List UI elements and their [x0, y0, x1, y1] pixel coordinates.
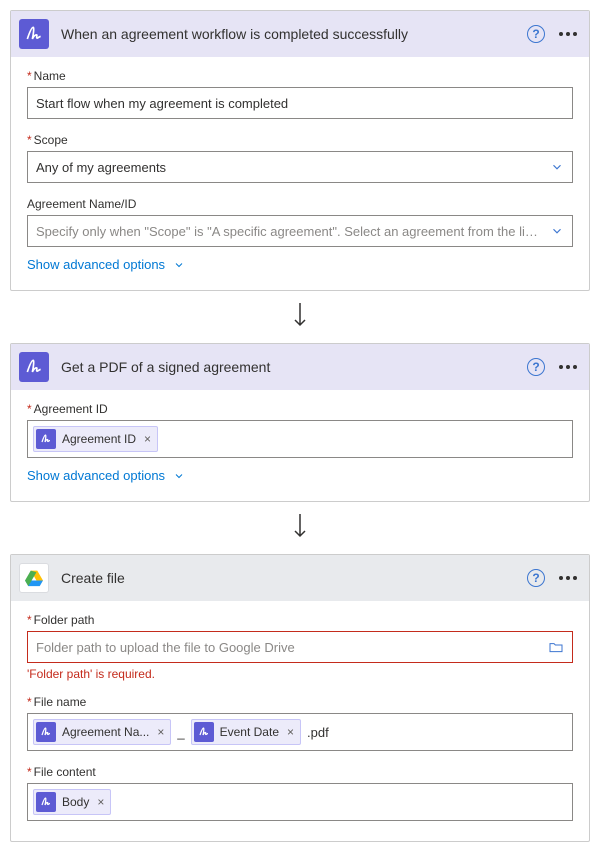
agreement-name-label: Agreement Name/ID [27, 197, 573, 211]
step3-header[interactable]: Create file ? [11, 555, 589, 601]
show-advanced-options[interactable]: Show advanced options [27, 464, 573, 485]
file-name-label: File name [27, 695, 573, 709]
token-remove[interactable]: × [97, 795, 104, 809]
token-remove[interactable]: × [144, 432, 151, 446]
connector-arrow [10, 291, 590, 343]
token-remove[interactable]: × [287, 725, 294, 739]
folder-picker-icon[interactable] [548, 639, 564, 655]
token-agreement-name[interactable]: Agreement Na... × [33, 719, 171, 745]
step1-title: When an agreement workflow is completed … [61, 26, 515, 42]
adobe-sign-icon [36, 722, 56, 742]
chevron-down-icon [550, 160, 564, 174]
step-get-pdf: Get a PDF of a signed agreement ? Agreem… [10, 343, 590, 502]
scope-value: Any of my agreements [36, 160, 166, 175]
suffix-text: .pdf [307, 725, 329, 740]
token-body[interactable]: Body × [33, 789, 111, 815]
scope-label: Scope [27, 133, 573, 147]
step2-header[interactable]: Get a PDF of a signed agreement ? [11, 344, 589, 390]
name-input[interactable] [27, 87, 573, 119]
agreement-id-label: Agreement ID [27, 402, 573, 416]
step-agreement-completed: When an agreement workflow is completed … [10, 10, 590, 291]
name-label: Name [27, 69, 573, 83]
adobe-sign-icon [36, 429, 56, 449]
file-content-input[interactable]: Body × [27, 783, 573, 821]
step1-header[interactable]: When an agreement workflow is completed … [11, 11, 589, 57]
connector-arrow [10, 502, 590, 554]
token-agreement-id[interactable]: Agreement ID × [33, 426, 158, 452]
step-create-file: Create file ? Folder path Folder path to… [10, 554, 590, 842]
scope-select[interactable]: Any of my agreements [27, 151, 573, 183]
help-icon[interactable]: ? [527, 569, 545, 587]
folder-path-placeholder: Folder path to upload the file to Google… [36, 640, 540, 655]
chevron-down-icon [173, 259, 185, 271]
help-icon[interactable]: ? [527, 25, 545, 43]
step3-title: Create file [61, 570, 515, 586]
folder-path-input[interactable]: Folder path to upload the file to Google… [27, 631, 573, 663]
chevron-down-icon [550, 224, 564, 238]
token-remove[interactable]: × [157, 725, 164, 739]
adobe-sign-icon [19, 19, 49, 49]
adobe-sign-icon [19, 352, 49, 382]
chevron-down-icon [173, 470, 185, 482]
folder-path-error: 'Folder path' is required. [27, 667, 573, 681]
separator-text: _ [177, 725, 184, 740]
token-event-date[interactable]: Event Date × [191, 719, 301, 745]
more-menu[interactable] [559, 576, 577, 580]
help-icon[interactable]: ? [527, 358, 545, 376]
step2-title: Get a PDF of a signed agreement [61, 359, 515, 375]
adobe-sign-icon [194, 722, 214, 742]
file-content-label: File content [27, 765, 573, 779]
folder-path-label: Folder path [27, 613, 573, 627]
file-name-input[interactable]: Agreement Na... × _ Event Date × .pdf [27, 713, 573, 751]
more-menu[interactable] [559, 365, 577, 369]
show-advanced-options[interactable]: Show advanced options [27, 253, 573, 274]
google-drive-icon [19, 563, 49, 593]
more-menu[interactable] [559, 32, 577, 36]
agreement-name-select[interactable]: Specify only when "Scope" is "A specific… [27, 215, 573, 247]
adobe-sign-icon [36, 792, 56, 812]
agreement-id-input[interactable]: Agreement ID × [27, 420, 573, 458]
agreement-name-placeholder: Specify only when "Scope" is "A specific… [36, 224, 542, 239]
